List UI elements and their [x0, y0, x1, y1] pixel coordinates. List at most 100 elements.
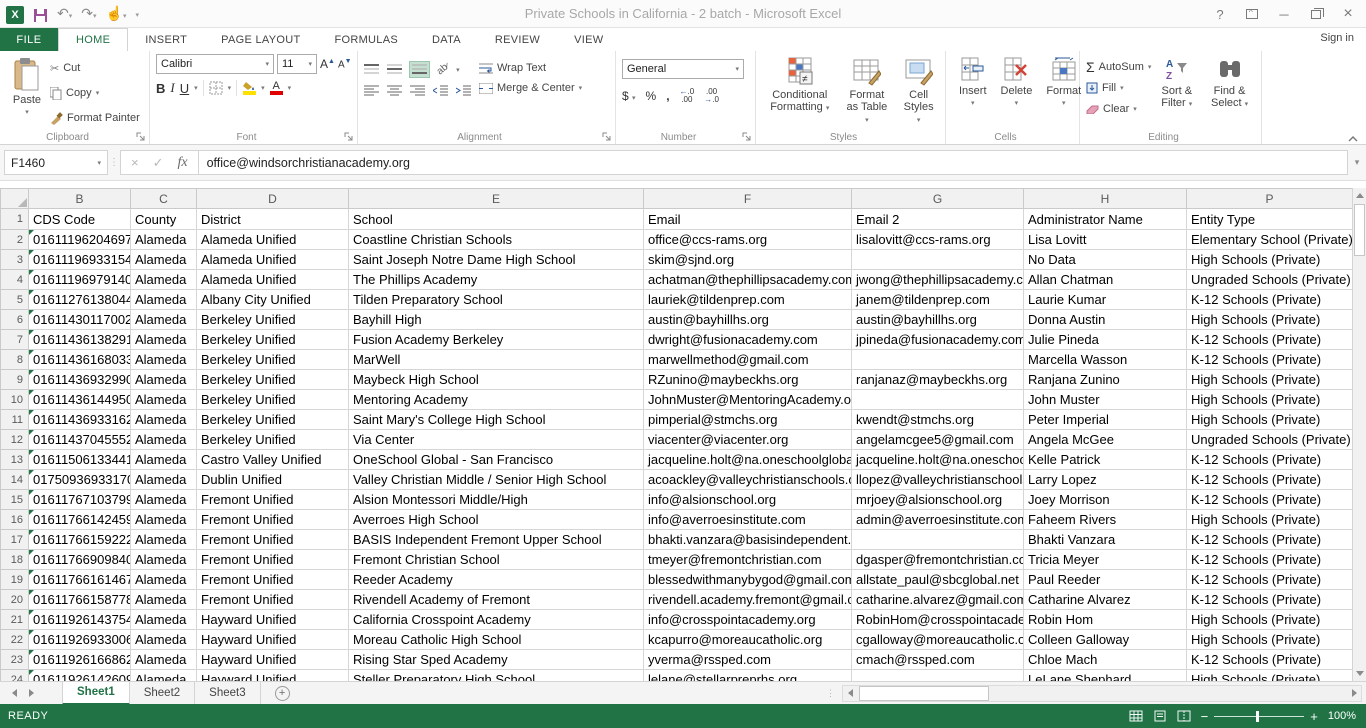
- cell-D9[interactable]: Berkeley Unified: [197, 370, 349, 390]
- cell-C20[interactable]: Alameda: [131, 590, 197, 610]
- cell-B12[interactable]: 01611437045552: [29, 430, 131, 450]
- cell-H23[interactable]: Chloe Mach: [1024, 650, 1187, 670]
- row-header-20[interactable]: 20: [1, 590, 29, 610]
- cell-P18[interactable]: K-12 Schools (Private): [1187, 550, 1353, 570]
- cell-G1[interactable]: Email 2: [852, 209, 1024, 230]
- cell-D4[interactable]: Alameda Unified: [197, 270, 349, 290]
- cell-D16[interactable]: Fremont Unified: [197, 510, 349, 530]
- cell-F22[interactable]: kcapurro@moreaucatholic.org: [644, 630, 852, 650]
- row-header-17[interactable]: 17: [1, 530, 29, 550]
- cell-P1[interactable]: Entity Type: [1187, 209, 1353, 230]
- cell-G6[interactable]: austin@bayhillhs.org: [852, 310, 1024, 330]
- cell-P2[interactable]: Elementary School (Private): [1187, 230, 1353, 250]
- cell-D6[interactable]: Berkeley Unified: [197, 310, 349, 330]
- alignment-dialog-launcher-icon[interactable]: [602, 132, 612, 142]
- cell-G16[interactable]: admin@averroesinstitute.com: [852, 510, 1024, 530]
- sheet-nav-prev-icon[interactable]: [12, 689, 17, 697]
- tab-formulas[interactable]: FORMULAS: [317, 28, 415, 51]
- format-as-table-button[interactable]: Format as Table ▾: [838, 54, 897, 130]
- cell-E20[interactable]: Rivendell Academy of Fremont: [349, 590, 644, 610]
- cell-F1[interactable]: Email: [644, 209, 852, 230]
- cell-C2[interactable]: Alameda: [131, 230, 197, 250]
- cell-E18[interactable]: Fremont Christian School: [349, 550, 644, 570]
- cell-G5[interactable]: janem@tildenprep.com: [852, 290, 1024, 310]
- number-format-combo[interactable]: General▾: [622, 59, 744, 79]
- cell-G17[interactable]: [852, 530, 1024, 550]
- cell-E9[interactable]: Maybeck High School: [349, 370, 644, 390]
- cell-P3[interactable]: High Schools (Private): [1187, 250, 1353, 270]
- cell-B16[interactable]: 01611766142459: [29, 510, 131, 530]
- cell-C22[interactable]: Alameda: [131, 630, 197, 650]
- row-header-19[interactable]: 19: [1, 570, 29, 590]
- sheet-nav-next-icon[interactable]: [29, 689, 34, 697]
- col-header-G[interactable]: G: [852, 189, 1024, 209]
- cell-B8[interactable]: 01611436168033: [29, 350, 131, 370]
- cell-B7[interactable]: 01611436138291: [29, 330, 131, 350]
- cell-H5[interactable]: Laurie Kumar: [1024, 290, 1187, 310]
- align-center-icon[interactable]: [387, 85, 402, 96]
- row-header-1[interactable]: 1: [1, 209, 29, 230]
- cell-H14[interactable]: Larry Lopez: [1024, 470, 1187, 490]
- cell-C24[interactable]: Alameda: [131, 670, 197, 682]
- cell-C7[interactable]: Alameda: [131, 330, 197, 350]
- row-header-24[interactable]: 24: [1, 670, 29, 682]
- cell-F21[interactable]: info@crosspointacademy.org: [644, 610, 852, 630]
- cell-B2[interactable]: 01611196204697: [29, 230, 131, 250]
- cell-B17[interactable]: 01611766159222: [29, 530, 131, 550]
- cell-E16[interactable]: Averroes High School: [349, 510, 644, 530]
- cell-E4[interactable]: The Phillips Academy: [349, 270, 644, 290]
- page-break-preview-icon[interactable]: [1177, 710, 1191, 722]
- cell-G7[interactable]: jpineda@fusionacademy.com: [852, 330, 1024, 350]
- cell-H4[interactable]: Allan Chatman: [1024, 270, 1187, 290]
- cell-F23[interactable]: yverma@rssped.com: [644, 650, 852, 670]
- percent-style-icon[interactable]: %: [646, 89, 657, 103]
- cell-G19[interactable]: allstate_paul@sbcglobal.net: [852, 570, 1024, 590]
- close-icon[interactable]: ×: [1334, 3, 1362, 25]
- zoom-level[interactable]: 100%: [1328, 710, 1356, 722]
- cell-E15[interactable]: Alsion Montessori Middle/High: [349, 490, 644, 510]
- cell-P23[interactable]: K-12 Schools (Private): [1187, 650, 1353, 670]
- help-icon[interactable]: ?: [1206, 3, 1234, 25]
- cell-D19[interactable]: Fremont Unified: [197, 570, 349, 590]
- cell-C18[interactable]: Alameda: [131, 550, 197, 570]
- cell-E1[interactable]: School: [349, 209, 644, 230]
- format-painter-button[interactable]: Format Painter: [50, 108, 140, 128]
- cell-D8[interactable]: Berkeley Unified: [197, 350, 349, 370]
- col-header-F[interactable]: F: [644, 189, 852, 209]
- cell-E13[interactable]: OneSchool Global - San Francisco: [349, 450, 644, 470]
- cell-C9[interactable]: Alameda: [131, 370, 197, 390]
- cell-G12[interactable]: angelamcgee5@gmail.com: [852, 430, 1024, 450]
- cell-D5[interactable]: Albany City Unified: [197, 290, 349, 310]
- number-dialog-launcher-icon[interactable]: [742, 132, 752, 142]
- cell-E19[interactable]: Reeder Academy: [349, 570, 644, 590]
- cell-E5[interactable]: Tilden Preparatory School: [349, 290, 644, 310]
- cell-H3[interactable]: No Data: [1024, 250, 1187, 270]
- bold-icon[interactable]: B: [156, 81, 165, 96]
- sheet-tab-sheet2[interactable]: Sheet2: [130, 682, 195, 705]
- cell-B9[interactable]: 01611436932990: [29, 370, 131, 390]
- cell-E24[interactable]: Steller Preparatory High School: [349, 670, 644, 682]
- col-header-D[interactable]: D: [197, 189, 349, 209]
- cell-G11[interactable]: kwendt@stmchs.org: [852, 410, 1024, 430]
- cell-C23[interactable]: Alameda: [131, 650, 197, 670]
- cell-P21[interactable]: High Schools (Private): [1187, 610, 1353, 630]
- enter-icon[interactable]: ✓: [153, 155, 164, 171]
- cell-H7[interactable]: Julie Pineda: [1024, 330, 1187, 350]
- horizontal-scrollbar[interactable]: [842, 685, 1362, 702]
- cell-F15[interactable]: info@alsionschool.org: [644, 490, 852, 510]
- cell-B6[interactable]: 01611430117002: [29, 310, 131, 330]
- cell-G9[interactable]: ranjanaz@maybeckhs.org: [852, 370, 1024, 390]
- cell-B11[interactable]: 01611436933162: [29, 410, 131, 430]
- scroll-up-icon[interactable]: [1353, 188, 1366, 203]
- row-header-6[interactable]: 6: [1, 310, 29, 330]
- row-header-15[interactable]: 15: [1, 490, 29, 510]
- align-right-icon[interactable]: [410, 85, 425, 96]
- cell-F14[interactable]: acoackley@valleychristianschools.org: [644, 470, 852, 490]
- cell-C6[interactable]: Alameda: [131, 310, 197, 330]
- cell-B19[interactable]: 01611766161467: [29, 570, 131, 590]
- cell-G21[interactable]: RobinHom@crosspointacademy.org: [852, 610, 1024, 630]
- cell-H16[interactable]: Faheem Rivers: [1024, 510, 1187, 530]
- cell-C10[interactable]: Alameda: [131, 390, 197, 410]
- vertical-scrollbar[interactable]: [1352, 188, 1366, 681]
- cell-G14[interactable]: llopez@valleychristianschools.org: [852, 470, 1024, 490]
